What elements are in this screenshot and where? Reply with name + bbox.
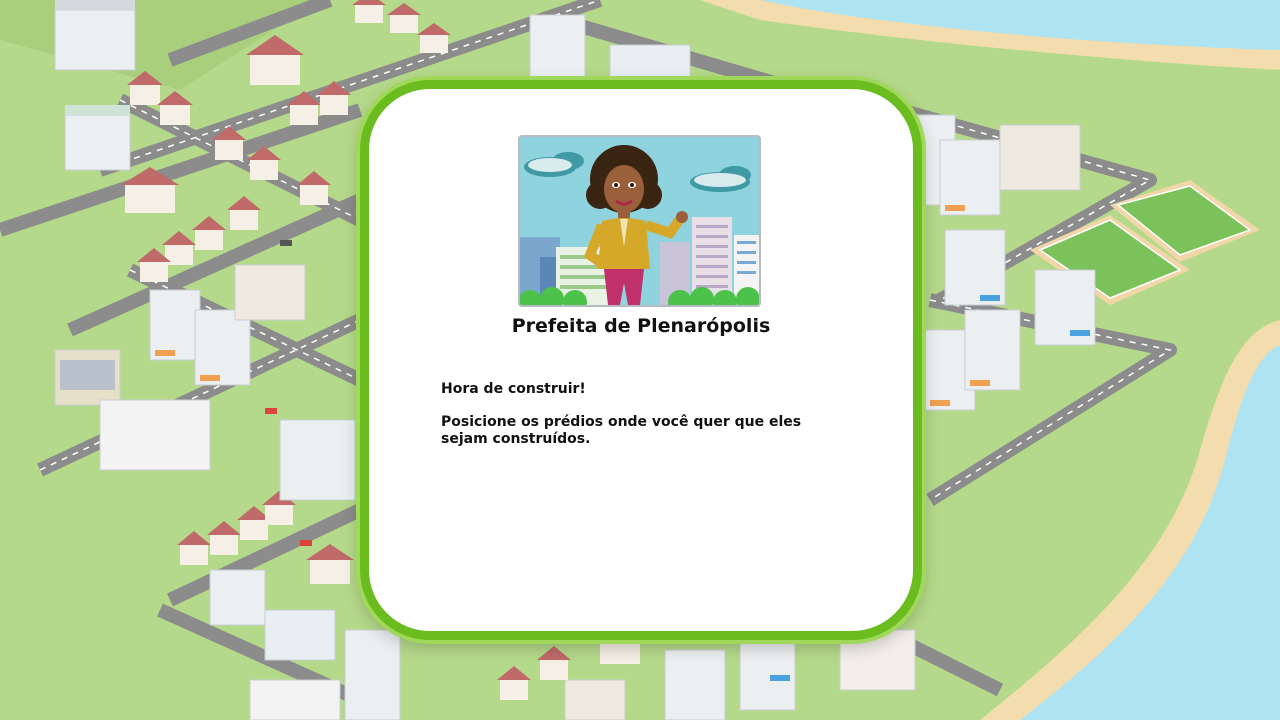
dialog-line: Hora de construir! <box>441 381 586 397</box>
game-scene: Prefeita de Plenarópolis Hora de constru… <box>0 0 1280 720</box>
mayor-character <box>520 137 759 305</box>
speaker-name: Prefeita de Plenarópolis <box>511 315 771 337</box>
mayor-dialog: Prefeita de Plenarópolis Hora de constru… <box>360 80 922 640</box>
mayor-portrait <box>518 135 761 307</box>
dialog-line: Posicione os prédios onde você quer que … <box>441 414 802 447</box>
dialog-message: Hora de construir! Posicione os prédios … <box>441 381 841 464</box>
